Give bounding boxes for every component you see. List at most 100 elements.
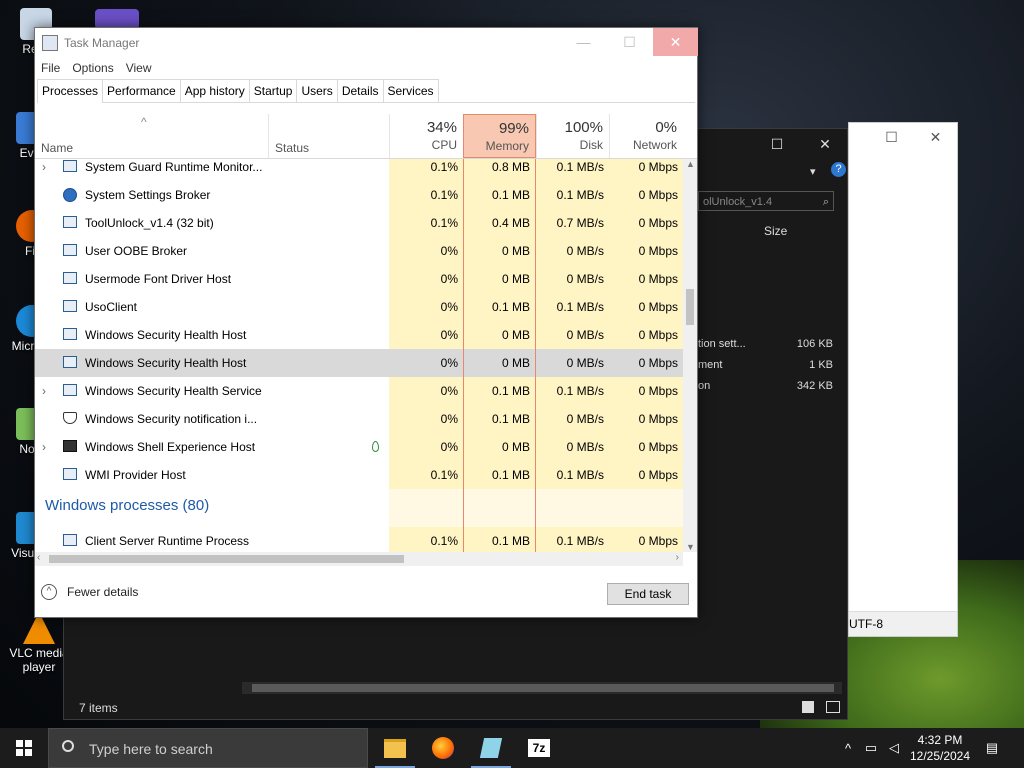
- title-bar[interactable]: Task Manager — ☐ ✕: [35, 28, 698, 58]
- desktop-icon-vlc[interactable]: VLC media player: [8, 612, 70, 674]
- security-shield-icon: [63, 412, 77, 424]
- taskbar-search-box[interactable]: Type here to search: [48, 728, 368, 768]
- notepad-window[interactable]: ☐ ✕ UTF-8: [848, 122, 958, 637]
- column-header-disk[interactable]: 100% Disk: [536, 114, 609, 158]
- column-header-name[interactable]: Name: [41, 141, 73, 155]
- tab-details[interactable]: Details: [336, 79, 384, 102]
- column-header-status[interactable]: Status: [275, 141, 309, 155]
- menu-file[interactable]: File: [35, 58, 66, 78]
- tab-processes[interactable]: Processes: [37, 79, 104, 103]
- file-row[interactable]: ment 1 KB: [698, 359, 833, 371]
- process-row[interactable]: › Windows Security Health Service 0% 0.1 MB…: [35, 377, 683, 405]
- horizontal-scrollbar[interactable]: ‹ ›: [35, 552, 683, 566]
- process-row[interactable]: › System Guard Runtime Monitor... 0.1% 0.8 …: [35, 159, 683, 181]
- maximize-icon[interactable]: ☐: [754, 129, 800, 159]
- process-name: System Settings Broker: [85, 188, 211, 202]
- process-row[interactable]: Usermode Font Driver Host 0% 0 MB 0 MB/s 0 M…: [35, 265, 683, 293]
- scroll-right-icon[interactable]: ›: [676, 552, 679, 563]
- tab-users[interactable]: Users: [296, 79, 338, 102]
- tab-app-history[interactable]: App history: [179, 79, 250, 102]
- process-name-cell: Windows Security notification i...: [35, 405, 389, 433]
- taskbar-7zip[interactable]: 7z: [515, 728, 563, 768]
- process-row[interactable]: Windows Security Health Host 0% 0 MB 0 MB/s…: [35, 321, 683, 349]
- network-cell: 0 Mbps: [609, 527, 683, 552]
- minimize-icon[interactable]: —: [561, 28, 606, 56]
- taskbar-notepad[interactable]: [467, 728, 515, 768]
- disk-percent: 100%: [564, 119, 603, 136]
- process-list[interactable]: › System Guard Runtime Monitor... 0.1% 0.8 …: [35, 159, 683, 552]
- scroll-left-icon[interactable]: ‹: [37, 552, 40, 563]
- cpu-cell: 0%: [389, 321, 463, 349]
- column-header-memory[interactable]: 99% Memory: [463, 114, 536, 158]
- network-icon[interactable]: ▭: [860, 728, 882, 768]
- notifications-icon[interactable]: ▤: [980, 728, 1004, 768]
- memory-cell: 0 MB: [463, 433, 536, 461]
- process-name-cell: ToolUnlock_v1.4 (32 bit): [35, 209, 389, 237]
- process-window-icon: [63, 384, 77, 396]
- file-row[interactable]: tion sett... 106 KB: [698, 338, 833, 350]
- fewer-details-button[interactable]: ^ Fewer details: [41, 584, 138, 600]
- explorer-horizontal-scrollbar[interactable]: [242, 682, 842, 694]
- details-view-icon[interactable]: [802, 701, 814, 713]
- chevron-down-icon[interactable]: ▾: [810, 165, 816, 178]
- process-name: Windows Security notification i...: [85, 412, 258, 426]
- close-icon[interactable]: ✕: [913, 123, 958, 151]
- taskbar-firefox[interactable]: [419, 728, 467, 768]
- scrollbar-thumb[interactable]: [49, 555, 404, 563]
- show-hidden-icons-chevron-icon[interactable]: ^: [838, 728, 858, 768]
- process-row[interactable]: ToolUnlock_v1.4 (32 bit) 0.1% 0.4 MB 0.7 MB…: [35, 209, 683, 237]
- process-row[interactable]: UsoClient 0% 0.1 MB 0.1 MB/s 0 Mbps: [35, 293, 683, 321]
- menu-view[interactable]: View: [120, 58, 158, 78]
- menu-options[interactable]: Options: [66, 58, 119, 78]
- disk-cell: [536, 489, 609, 527]
- disk-cell: 0.1 MB/s: [536, 293, 609, 321]
- scrollbar-thumb[interactable]: [686, 289, 694, 325]
- disk-cell: 0 MB/s: [536, 265, 609, 293]
- end-task-button[interactable]: End task: [607, 583, 689, 605]
- tab-performance[interactable]: Performance: [102, 79, 181, 102]
- maximize-icon[interactable]: ☐: [869, 123, 914, 151]
- scroll-down-icon[interactable]: ▼: [686, 542, 695, 552]
- process-row[interactable]: WMI Provider Host 0.1% 0.1 MB 0.1 MB/s 0 Mbp…: [35, 461, 683, 489]
- process-window-icon: [63, 534, 77, 546]
- process-window-icon: [63, 356, 77, 368]
- task-manager-window[interactable]: Task Manager — ☐ ✕ File Options View Pro…: [34, 27, 698, 618]
- cpu-cell: 0.1%: [389, 159, 463, 181]
- memory-cell: 0.1 MB: [463, 293, 536, 321]
- size-column-header[interactable]: Size: [764, 224, 787, 238]
- tab-startup[interactable]: Startup: [248, 79, 298, 102]
- explorer-search-input[interactable]: olUnlock_v1.4 ⌕: [698, 191, 834, 211]
- clock-date: 12/25/2024: [909, 749, 971, 763]
- memory-cell: 0.1 MB: [463, 527, 536, 552]
- scroll-up-icon[interactable]: ▲: [686, 159, 695, 169]
- scrollbar-thumb[interactable]: [252, 684, 834, 692]
- process-row[interactable]: Client Server Runtime Process 0.1% 0.1 MB 0…: [35, 527, 683, 552]
- vertical-scrollbar[interactable]: ▲ ▼: [683, 159, 697, 552]
- tiles-view-icon[interactable]: [826, 701, 840, 713]
- process-row[interactable]: Windows Security Health Host 0% 0 MB 0 MB/s…: [35, 349, 683, 377]
- network-cell: 0 Mbps: [609, 349, 683, 377]
- column-header-cpu[interactable]: 34% CPU: [389, 114, 463, 158]
- disk-cell: 0 MB/s: [536, 433, 609, 461]
- close-icon[interactable]: ✕: [653, 28, 698, 56]
- process-row[interactable]: › Windows Shell Experience Host 0% 0 MB 0 MB…: [35, 433, 683, 461]
- process-window-icon: [63, 160, 77, 172]
- disk-cell: 0 MB/s: [536, 321, 609, 349]
- taskbar-file-explorer[interactable]: [371, 728, 419, 768]
- network-label: Network: [632, 138, 677, 152]
- network-percent: 0%: [655, 119, 677, 136]
- system-clock[interactable]: 4:32 PM 12/25/2024: [900, 732, 980, 764]
- process-row[interactable]: User OOBE Broker 0% 0 MB 0 MB/s 0 Mbps: [35, 237, 683, 265]
- column-header-network[interactable]: 0% Network: [609, 114, 683, 158]
- process-row[interactable]: Windows Security notification i... 0% 0.1 …: [35, 405, 683, 433]
- process-row[interactable]: System Settings Broker 0.1% 0.1 MB 0.1 MB/s…: [35, 181, 683, 209]
- file-row[interactable]: on 342 KB: [698, 380, 833, 392]
- maximize-icon[interactable]: ☐: [607, 28, 652, 56]
- group-header[interactable]: Windows processes (80): [35, 489, 683, 527]
- desktop-app-icon[interactable]: [95, 9, 139, 29]
- network-cell: 0 Mbps: [609, 265, 683, 293]
- help-icon[interactable]: ?: [831, 162, 846, 177]
- tab-services[interactable]: Services: [382, 79, 439, 102]
- close-icon[interactable]: ✕: [802, 129, 848, 159]
- start-button[interactable]: [0, 728, 48, 768]
